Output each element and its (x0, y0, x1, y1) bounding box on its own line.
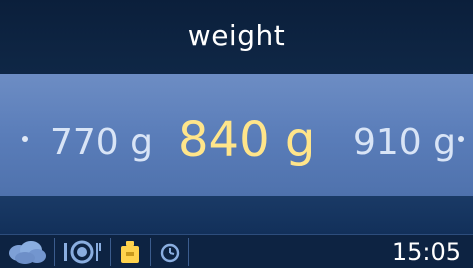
clock: 15:05 (391, 238, 461, 266)
screen-title: weight (187, 18, 286, 52)
band-shadow (0, 196, 473, 234)
header: weight (0, 0, 473, 74)
status-bar: 15:05 (0, 234, 473, 268)
divider (150, 238, 151, 266)
steam-icon[interactable] (6, 237, 48, 267)
plate-cutlery-icon[interactable] (60, 237, 104, 267)
timer-icon[interactable] (156, 237, 184, 267)
next-weight-option[interactable]: 910 g (353, 122, 456, 163)
weight-icon[interactable] (116, 237, 144, 267)
selected-weight-value[interactable]: 840 g (178, 112, 315, 168)
scroll-right-icon[interactable] (458, 136, 464, 142)
divider (110, 238, 111, 266)
oven-display: weight 770 g 840 g 910 g 15:05 (0, 0, 473, 268)
divider (188, 238, 189, 266)
scroll-left-icon[interactable] (22, 136, 28, 142)
divider (54, 238, 55, 266)
previous-weight-option[interactable]: 770 g (50, 122, 153, 163)
